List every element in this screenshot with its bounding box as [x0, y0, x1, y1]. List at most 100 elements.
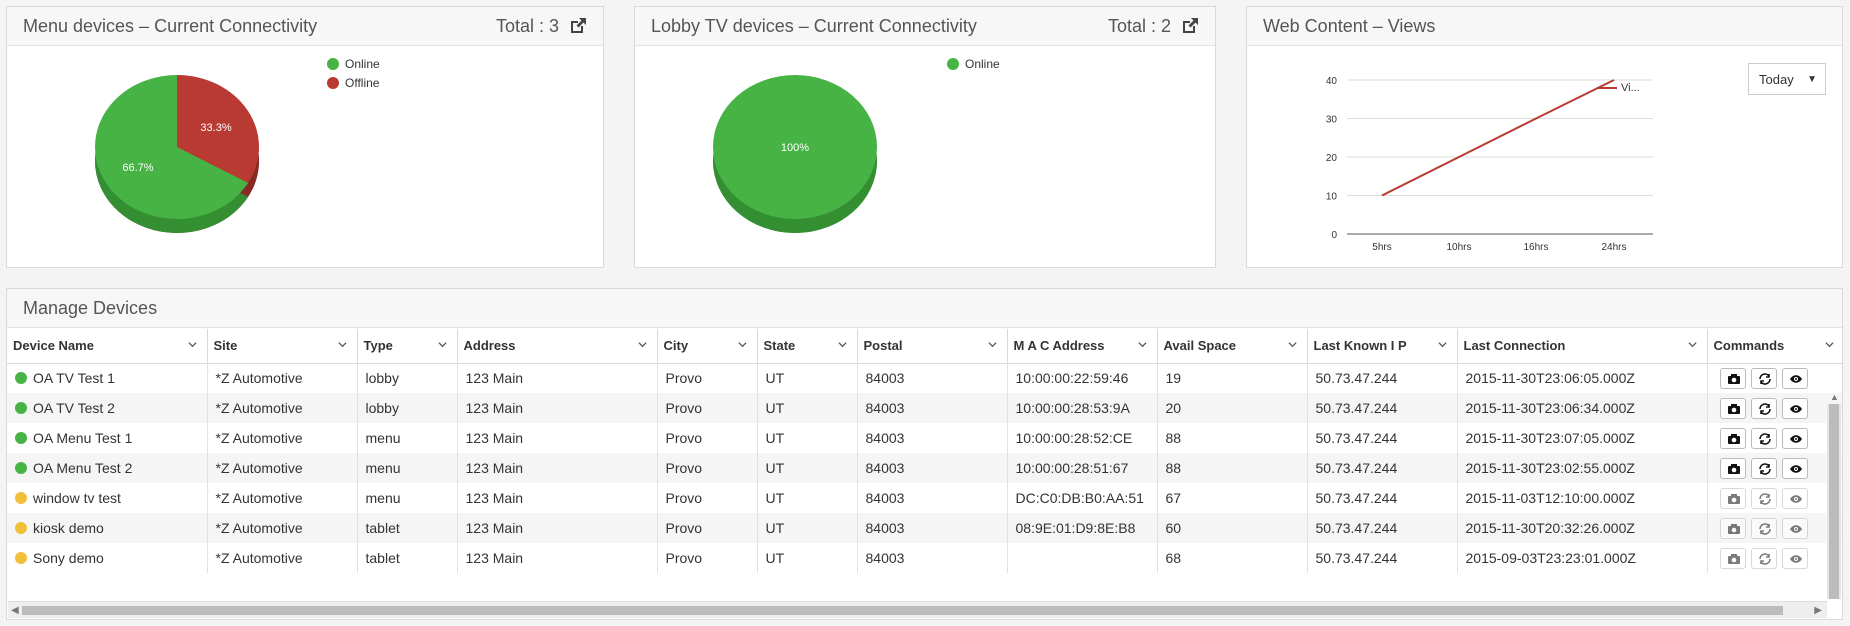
cell-type: tablet	[357, 543, 458, 573]
chevron-down-icon[interactable]	[187, 340, 197, 349]
preview-button[interactable]	[1781, 367, 1808, 389]
preview-button[interactable]	[1781, 487, 1808, 509]
chevron-down-icon[interactable]	[1824, 340, 1834, 349]
chevron-down-icon[interactable]	[737, 340, 747, 349]
chevron-down-icon[interactable]	[637, 340, 647, 349]
chevron-down-icon[interactable]	[837, 340, 847, 349]
refresh-button[interactable]	[1750, 487, 1777, 509]
column-header[interactable]: City	[657, 329, 758, 364]
column-header[interactable]: Device Name	[7, 329, 208, 364]
column-header[interactable]: M A C Address	[1007, 329, 1158, 364]
column-header[interactable]: Avail Space	[1157, 329, 1308, 364]
cell-mac: 10:00:00:28:52:CE	[1007, 423, 1158, 453]
screenshot-button[interactable]	[1719, 547, 1746, 569]
column-header-label: Commands	[1713, 338, 1785, 354]
refresh-button[interactable]	[1750, 457, 1777, 479]
x-tick-label: 24hrs	[1601, 242, 1626, 253]
column-header[interactable]: Site	[207, 329, 358, 364]
screenshot-button[interactable]	[1719, 397, 1746, 419]
refresh-button[interactable]	[1750, 397, 1777, 419]
column-header[interactable]: Last Known I P	[1307, 329, 1458, 364]
cell-type: menu	[357, 483, 458, 513]
column-header[interactable]: Type	[357, 329, 458, 364]
chevron-down-icon[interactable]	[987, 340, 997, 349]
menu-devices-total: Total : 3	[495, 15, 559, 36]
cell-name: window tv test	[7, 483, 208, 513]
table-row[interactable]: OA Menu Test 1 *Z Automotive menu 123 Main P…	[7, 423, 1842, 453]
chevron-down-icon[interactable]	[1137, 340, 1147, 349]
refresh-button[interactable]	[1750, 517, 1777, 539]
column-header[interactable]: Last Connection	[1457, 329, 1708, 364]
vertical-scroll-thumb[interactable]	[1829, 404, 1839, 599]
x-tick-label: 16hrs	[1523, 242, 1548, 253]
x-tick-label: 5hrs	[1372, 242, 1391, 253]
vertical-scrollbar[interactable]: ▲	[1827, 392, 1841, 599]
column-header[interactable]: State	[757, 329, 858, 364]
table-row[interactable]: Sony demo *Z Automotive tablet 123 Main Prov…	[7, 543, 1842, 573]
legend-item[interactable]: Online	[327, 54, 380, 73]
cell-commands	[1707, 423, 1842, 453]
time-range-select[interactable]: Today ▼	[1748, 63, 1826, 95]
chevron-down-icon[interactable]	[437, 340, 447, 349]
screenshot-button[interactable]	[1719, 367, 1746, 389]
cell-text: 50.73.47.244	[1315, 430, 1398, 446]
column-header[interactable]: Postal	[857, 329, 1008, 364]
table-row[interactable]: window tv test *Z Automotive menu 123 Main P…	[7, 483, 1842, 513]
cell-text: 123 Main	[465, 430, 524, 446]
scroll-left-icon[interactable]: ◀	[11, 605, 19, 616]
refresh-button[interactable]	[1750, 367, 1777, 389]
cell-city: Provo	[657, 513, 758, 543]
cell-state: UT	[757, 393, 858, 423]
cell-space: 88	[1157, 423, 1308, 453]
legend-item[interactable]: Offline	[327, 73, 380, 92]
screenshot-button[interactable]	[1719, 487, 1746, 509]
cell-text: Provo	[665, 460, 703, 476]
column-header[interactable]: Address	[457, 329, 658, 364]
cell-text: window tv test	[33, 490, 121, 506]
table-row[interactable]: OA TV Test 2 *Z Automotive lobby 123 Main Pr…	[7, 393, 1842, 423]
chevron-down-icon[interactable]	[1437, 340, 1447, 349]
cell-text: UT	[765, 400, 785, 416]
cell-text: OA Menu Test 1	[33, 430, 133, 446]
cell-text: UT	[765, 550, 785, 566]
series-line	[1381, 79, 1615, 197]
column-header[interactable]: Commands	[1707, 329, 1842, 364]
table-row[interactable]: OA TV Test 1 *Z Automotive lobby 123 Main Pr…	[7, 363, 1842, 393]
table-row[interactable]: kiosk demo *Z Automotive tablet 123 Main Pro…	[7, 513, 1842, 543]
cell-text: lobby	[365, 370, 399, 387]
screenshot-button[interactable]	[1719, 457, 1746, 479]
refresh-button[interactable]	[1750, 547, 1777, 569]
preview-button[interactable]	[1781, 457, 1808, 479]
chevron-down-icon[interactable]	[1287, 340, 1297, 349]
cell-text: 123 Main	[465, 400, 524, 416]
screenshot-button[interactable]	[1719, 427, 1746, 449]
preview-button[interactable]	[1781, 517, 1808, 539]
horizontal-scrollbar[interactable]: ◀ ▶	[8, 601, 1827, 618]
cell-state: UT	[757, 543, 858, 573]
chevron-down-icon[interactable]	[1687, 340, 1697, 349]
chevron-down-icon[interactable]	[337, 340, 347, 349]
cell-text: 84003	[865, 460, 905, 476]
cell-last: 2015-11-30T23:06:05.000Z	[1457, 363, 1708, 393]
cell-ip: 50.73.47.244	[1307, 393, 1458, 423]
refresh-button[interactable]	[1750, 427, 1777, 449]
cell-postal: 84003	[857, 513, 1008, 543]
external-link-icon[interactable]	[569, 17, 587, 35]
preview-button[interactable]	[1781, 547, 1808, 569]
cell-ip: 50.73.47.244	[1307, 543, 1458, 573]
external-link-icon[interactable]	[1181, 17, 1199, 35]
preview-button[interactable]	[1781, 397, 1808, 419]
cell-text: 68	[1165, 550, 1182, 566]
table-row[interactable]: OA Menu Test 2 *Z Automotive menu 123 Main P…	[7, 453, 1842, 483]
screenshot-button[interactable]	[1719, 517, 1746, 539]
lobby-devices-header: Lobby TV devices – Current Connectivity …	[635, 7, 1215, 46]
scroll-up-icon[interactable]: ▲	[1830, 392, 1839, 402]
horizontal-scroll-thumb[interactable]	[22, 606, 1783, 615]
preview-button[interactable]	[1781, 427, 1808, 449]
cell-ip: 50.73.47.244	[1307, 513, 1458, 543]
legend-item[interactable]: Online	[947, 54, 1000, 73]
chevron-down-icon: ▼	[1807, 74, 1817, 85]
scroll-right-icon[interactable]: ▶	[1814, 605, 1822, 616]
column-header-label: Device Name	[13, 338, 94, 354]
cell-mac: DC:C0:DB:B0:AA:51	[1007, 483, 1158, 513]
